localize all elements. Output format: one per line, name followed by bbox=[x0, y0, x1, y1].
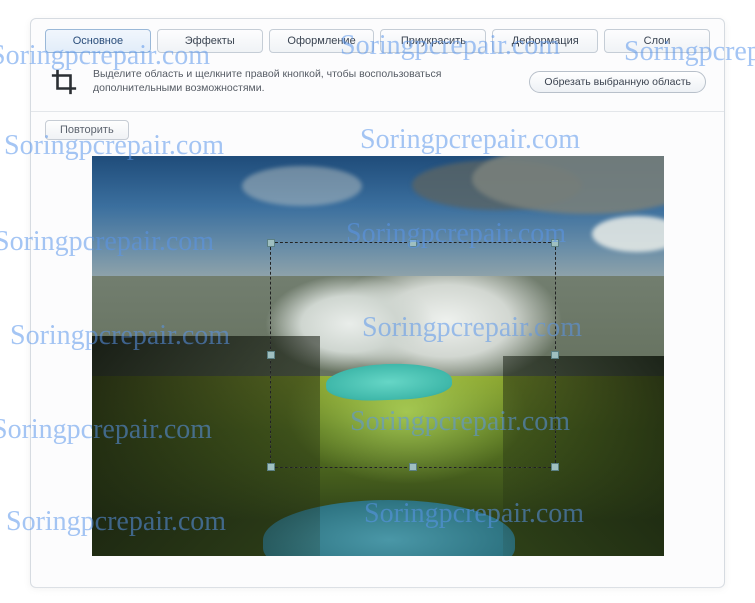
tab-layers[interactable]: Слои bbox=[604, 29, 710, 53]
crop-toolbar: Выделите область и щелкните правой кнопк… bbox=[31, 53, 724, 112]
crop-icon bbox=[49, 67, 79, 97]
tab-label: Деформация bbox=[512, 35, 579, 47]
selection-handle-middle-left[interactable] bbox=[267, 351, 275, 359]
crop-selected-button[interactable]: Обрезать выбранную область bbox=[529, 71, 706, 93]
tab-beautify[interactable]: Приукрасить bbox=[380, 29, 486, 53]
crop-hint-text: Выделите область и щелкните правой кнопк… bbox=[93, 68, 515, 95]
image-cloud bbox=[242, 166, 362, 206]
bottom-fade bbox=[0, 585, 755, 603]
editor-window: Основное Эффекты Оформление Приукрасить … bbox=[30, 18, 725, 588]
tab-design[interactable]: Оформление bbox=[269, 29, 375, 53]
tab-effects[interactable]: Эффекты bbox=[157, 29, 263, 53]
selection-handle-bottom-left[interactable] bbox=[267, 463, 275, 471]
image-shadow bbox=[92, 336, 321, 556]
tabs: Основное Эффекты Оформление Приукрасить … bbox=[31, 19, 724, 53]
tab-label: Оформление bbox=[287, 35, 355, 47]
tab-label: Приукрасить bbox=[401, 35, 466, 47]
selection-handle-middle-right[interactable] bbox=[551, 351, 559, 359]
tab-label: Эффекты bbox=[185, 35, 235, 47]
image-shadow bbox=[503, 356, 663, 556]
tab-deform[interactable]: Деформация bbox=[492, 29, 598, 53]
root: Soringpcrepair.com Soringpcrepair.com So… bbox=[0, 0, 755, 603]
repeat-button[interactable]: Повторить bbox=[45, 120, 129, 140]
selection-handle-top-right[interactable] bbox=[551, 239, 559, 247]
tab-basic[interactable]: Основное bbox=[45, 29, 151, 53]
image-canvas[interactable] bbox=[92, 156, 664, 556]
tab-label: Основное bbox=[73, 35, 123, 47]
selection-handle-top-middle[interactable] bbox=[409, 239, 417, 247]
selection-handle-top-left[interactable] bbox=[267, 239, 275, 247]
tab-label: Слои bbox=[644, 35, 671, 47]
selection-handle-bottom-right[interactable] bbox=[551, 463, 559, 471]
selection-handle-bottom-middle[interactable] bbox=[409, 463, 417, 471]
secondary-toolbar: Повторить bbox=[31, 112, 724, 146]
